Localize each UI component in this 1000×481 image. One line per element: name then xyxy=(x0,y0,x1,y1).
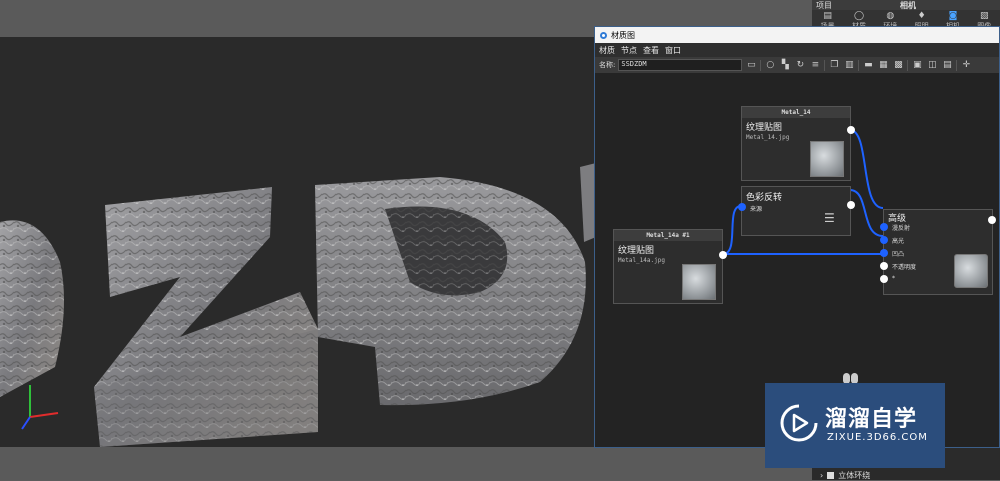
delete-icon[interactable]: ▥ xyxy=(843,59,855,71)
watermark-badge: 溜溜自学 ZIXUE.3D66.COM xyxy=(765,383,945,468)
layout-icon[interactable]: ▬ xyxy=(862,59,874,71)
letter-d xyxy=(315,177,586,406)
toolbar-divider xyxy=(824,59,826,71)
output-port[interactable] xyxy=(719,251,727,259)
expand-arrow-icon[interactable]: › xyxy=(820,471,823,480)
node-title: 色彩反转 xyxy=(746,193,783,203)
scene-icon: ▤ xyxy=(823,11,832,21)
material-icon: ◯ xyxy=(853,11,865,21)
sliders-icon[interactable]: ≡ xyxy=(809,59,821,71)
menu-material[interactable]: 材质 xyxy=(599,45,615,56)
panel-title: 相机 xyxy=(900,0,916,10)
bump-label: 凹凸 xyxy=(892,251,905,258)
extra-label: * xyxy=(892,275,895,282)
material-preview-sphere xyxy=(954,254,988,288)
group-icon[interactable]: ▩ xyxy=(892,59,904,71)
output-port[interactable] xyxy=(847,126,855,134)
menu-node[interactable]: 节点 xyxy=(621,45,637,56)
diffuse-label: 漫反射 xyxy=(892,225,911,232)
name-label: 名称: xyxy=(599,61,616,69)
environment-icon: ◍ xyxy=(886,11,895,21)
save-icon[interactable]: ▭ xyxy=(745,59,757,71)
opacity-input-port[interactable] xyxy=(880,262,888,270)
node-title: 纹理贴图 xyxy=(618,246,655,256)
copy-icon[interactable]: ❐ xyxy=(828,59,840,71)
stereo-option-row: › 立体环绕 xyxy=(812,470,1000,480)
window-titlebar[interactable]: 材质图 xyxy=(595,27,999,43)
toolbar-divider xyxy=(858,59,860,71)
align-icon[interactable]: ▣ xyxy=(911,59,923,71)
sliders-icon: ☰ xyxy=(824,211,835,225)
specular-label: 高光 xyxy=(892,238,905,245)
toolbar-divider xyxy=(907,59,909,71)
menu-view[interactable]: 查看 xyxy=(643,45,659,56)
window-title: 材质图 xyxy=(611,30,635,40)
opacity-label: 不透明度 xyxy=(892,264,917,271)
toolbar-divider xyxy=(760,59,762,71)
diffuse-input-port[interactable] xyxy=(880,223,888,231)
frame-icon[interactable]: ◫ xyxy=(926,59,938,71)
image-icon: ▧ xyxy=(980,11,989,21)
texture-thumbnail xyxy=(810,141,844,177)
stereo-checkbox[interactable] xyxy=(827,471,835,479)
viewport-bottom-bar xyxy=(0,447,812,480)
source-input-port[interactable] xyxy=(738,203,746,211)
right-panel-header: 项目 相机 xyxy=(812,0,1000,10)
fit-icon[interactable]: ✛ xyxy=(960,59,972,71)
material-name-input[interactable]: SSDZDM xyxy=(618,59,743,71)
watermark-url: ZIXUE.3D66.COM xyxy=(827,432,928,443)
extra-input-port[interactable] xyxy=(880,275,888,283)
watermark-title: 溜溜自学 xyxy=(825,407,918,432)
node-title: 纹理贴图 xyxy=(746,123,783,133)
node-header: Metal_14a #1 xyxy=(614,230,722,241)
node-title: 高级 xyxy=(888,214,907,224)
toolbar-divider xyxy=(956,59,958,71)
menu-bar: 材质 节点 查看 窗口 xyxy=(595,43,999,57)
panel-icon[interactable]: ▤ xyxy=(941,59,953,71)
input-label: 来源 xyxy=(750,206,763,213)
project-label[interactable]: 项目 xyxy=(816,0,832,11)
camera-icon: ◙ xyxy=(948,11,958,21)
bump-input-port[interactable] xyxy=(880,249,888,257)
node-header: Metal_14 xyxy=(742,107,850,118)
grid-icon[interactable]: ▦ xyxy=(877,59,889,71)
play-logo-icon xyxy=(780,404,818,442)
light-icon: ♦ xyxy=(917,11,926,21)
output-port[interactable] xyxy=(847,201,855,209)
texture-node-metal14[interactable]: Metal_14 纹理贴图 Metal_14.jpg xyxy=(741,106,855,181)
output-port[interactable] xyxy=(988,216,996,224)
specular-input-port[interactable] xyxy=(880,236,888,244)
texture-thumbnail xyxy=(682,264,716,300)
sphere-icon[interactable]: ○ xyxy=(764,59,776,71)
axis-gizmo xyxy=(21,385,59,430)
checker-icon[interactable]: ▚ xyxy=(779,59,791,71)
invert-node[interactable]: 色彩反转 来源 ☰ xyxy=(738,186,855,236)
refresh-icon[interactable]: ↻ xyxy=(794,59,806,71)
app-logo-icon xyxy=(600,31,607,39)
letter-s-partial xyxy=(0,220,64,397)
texture-node-metal14a[interactable]: Metal_14a #1 纹理贴图 Metal_14a.jpg xyxy=(613,229,727,304)
menu-window[interactable]: 窗口 xyxy=(665,45,681,56)
advanced-material-node[interactable]: 高级 漫反射 高光 凹凸 不透明度 * xyxy=(880,209,996,295)
toolbar: 名称: SSDZDM ▭ ○ ▚ ↻ ≡ ❐ ▥ ▬ ▦ ▩ ▣ ◫ ▤ ✛ xyxy=(595,57,999,73)
stereo-label: 立体环绕 xyxy=(838,470,871,480)
letter-z xyxy=(94,187,318,447)
